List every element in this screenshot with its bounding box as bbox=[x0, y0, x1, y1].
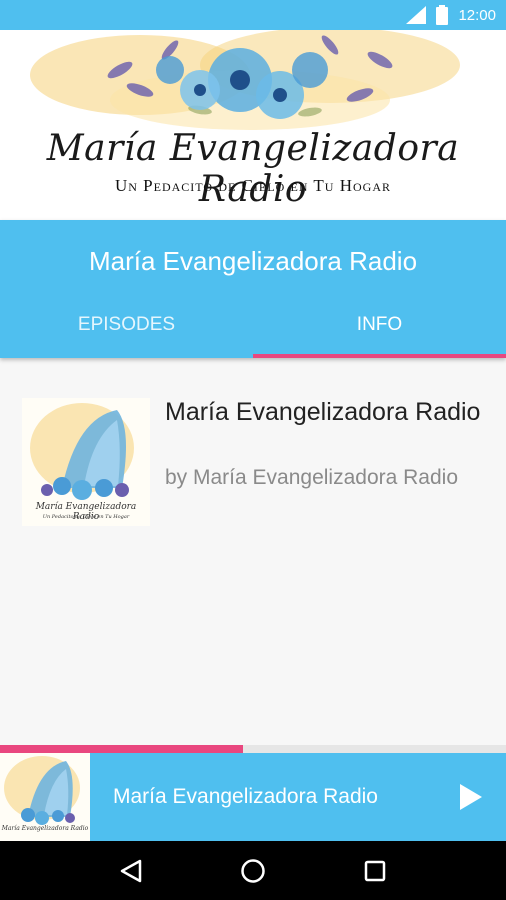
mini-player[interactable]: María Evangelizadora Radio María Evangel… bbox=[0, 753, 506, 841]
cover-caption-subtitle: Un Pedacito de Cielo en Tu Hogar bbox=[42, 514, 130, 520]
app-bar: María Evangelizadora Radio EPISODES INFO bbox=[0, 220, 506, 358]
playback-progress-fill bbox=[0, 745, 243, 753]
play-icon bbox=[460, 784, 482, 810]
podcast-info: María Evangelizadora Radio Un Pedacito d… bbox=[0, 398, 506, 538]
tab-bar: EPISODES INFO bbox=[0, 308, 506, 358]
tab-episodes[interactable]: EPISODES bbox=[0, 308, 253, 358]
back-button[interactable] bbox=[111, 851, 151, 891]
play-button[interactable] bbox=[454, 781, 486, 813]
tab-info[interactable]: INFO bbox=[253, 308, 506, 358]
recents-button[interactable] bbox=[355, 851, 395, 891]
home-icon bbox=[241, 858, 265, 883]
playback-progress-bar[interactable] bbox=[0, 745, 506, 753]
banner-subtitle: Un Pedacito de Cielo en Tu Hogar bbox=[114, 176, 391, 195]
home-button[interactable] bbox=[233, 851, 273, 891]
clock: 12:00 bbox=[458, 6, 496, 24]
status-bar: 12:00 bbox=[0, 0, 506, 30]
thumbnail-caption: María Evangelizadora Radio bbox=[1, 825, 89, 832]
recents-icon bbox=[364, 860, 386, 881]
signal-icon bbox=[406, 6, 427, 24]
page-title: María Evangelizadora Radio bbox=[88, 246, 418, 276]
back-icon bbox=[120, 859, 142, 882]
player-thumbnail: María Evangelizadora Radio bbox=[0, 753, 90, 841]
battery-icon bbox=[436, 5, 449, 25]
header-banner: María Evangelizadora Radio Un Pedacito d… bbox=[0, 30, 506, 220]
banner-title: María Evangelizadora Radio bbox=[46, 128, 460, 210]
podcast-author: by María Evangelizadora Radio bbox=[165, 466, 458, 489]
podcast-title: María Evangelizadora Radio bbox=[165, 398, 481, 426]
system-nav-bar bbox=[0, 841, 506, 900]
podcast-cover-image: María Evangelizadora Radio Un Pedacito d… bbox=[22, 398, 150, 526]
player-title: María Evangelizadora Radio bbox=[113, 785, 378, 808]
